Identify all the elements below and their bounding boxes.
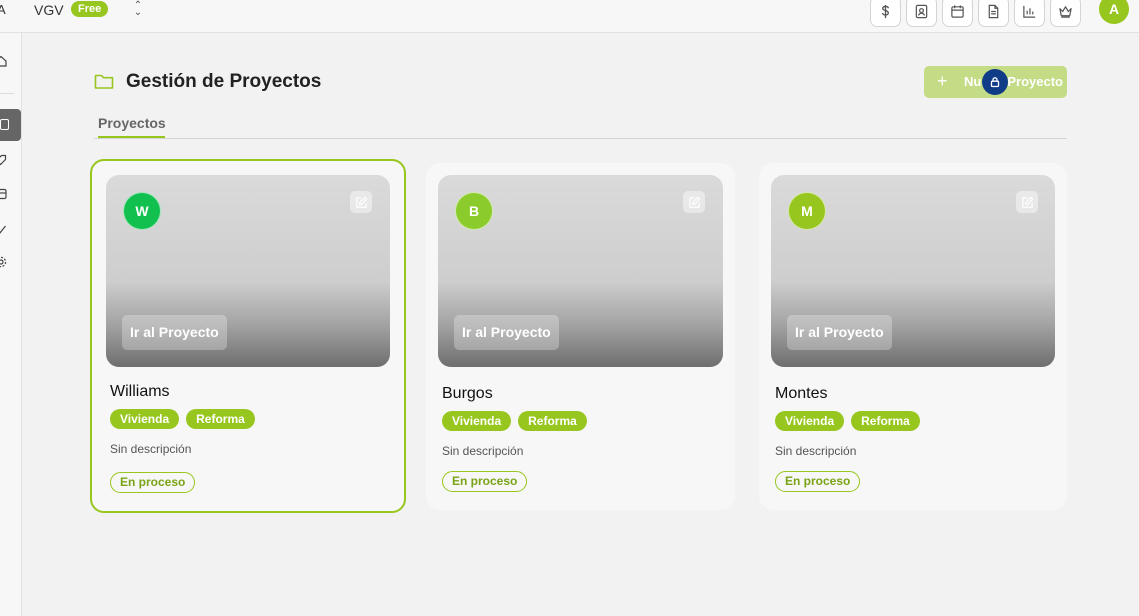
document-icon[interactable] — [978, 0, 1009, 27]
edit-icon[interactable] — [683, 191, 705, 213]
project-tags: Vivienda Reforma — [775, 411, 920, 431]
project-description: Sin descripción — [442, 444, 524, 458]
go-to-project-button[interactable]: Ir al Proyecto — [122, 315, 227, 350]
crown-icon[interactable] — [1050, 0, 1081, 27]
tag-badge: Reforma — [851, 411, 920, 431]
projects-icon — [0, 119, 9, 130]
folder-icon — [94, 74, 114, 89]
top-toolbar — [870, 0, 1081, 27]
status-badge: En proceso — [775, 471, 861, 492]
project-card-burgos[interactable]: B Ir al Proyecto Burgos Vivienda Reforma… — [426, 163, 735, 510]
archive-icon[interactable] — [0, 187, 7, 200]
project-avatar: M — [788, 192, 826, 230]
dollar-icon[interactable] — [870, 0, 901, 27]
project-cover[interactable]: W Ir al Proyecto — [106, 175, 390, 367]
tag-badge: Vivienda — [110, 409, 180, 429]
project-card-williams[interactable]: W Ir al Proyecto Williams Vivienda Refor… — [90, 159, 406, 513]
tab-proyectos[interactable]: Proyectos — [98, 115, 166, 131]
workspace-switch-icon[interactable]: ⌃ ⌄ — [131, 1, 145, 18]
project-cover[interactable]: M Ir al Proyecto — [771, 175, 1055, 367]
tab-active-indicator — [98, 136, 165, 138]
go-to-project-button[interactable]: Ir al Proyecto — [787, 315, 892, 350]
sidebar-item-projects[interactable] — [0, 109, 21, 141]
sidebar-divider — [0, 93, 14, 94]
bar-chart-icon[interactable] — [1014, 0, 1045, 27]
go-to-project-button[interactable]: Ir al Proyecto — [454, 315, 559, 350]
status-badge: En proceso — [110, 472, 196, 493]
project-tags: Vivienda Reforma — [110, 409, 255, 429]
project-card-montes[interactable]: M Ir al Proyecto Montes Vivienda Reforma… — [759, 163, 1067, 510]
plus-icon: + — [937, 71, 948, 91]
project-name: Montes — [775, 385, 828, 402]
app-logo[interactable]: A — [0, 2, 6, 17]
tag-badge: Vivienda — [775, 411, 845, 431]
project-name: Burgos — [442, 385, 493, 402]
settings-icon[interactable] — [0, 255, 7, 268]
status-badge: En proceso — [442, 471, 528, 492]
lock-icon — [982, 69, 1008, 95]
tabs-divider — [94, 138, 1067, 139]
sidebar — [0, 33, 22, 616]
project-description: Sin descripción — [110, 442, 192, 456]
calendar-icon[interactable] — [942, 0, 973, 27]
top-bar: A VGV Free ⌃ ⌄ A — [0, 0, 1139, 33]
project-name: Williams — [110, 383, 170, 400]
check-icon[interactable] — [0, 223, 7, 235]
project-avatar: B — [455, 192, 493, 230]
contact-card-icon[interactable] — [906, 0, 937, 27]
project-avatar: W — [123, 192, 161, 230]
new-project-label: Nuevo Proyecto — [964, 74, 1063, 89]
edit-icon[interactable] — [350, 191, 372, 213]
tag-icon[interactable] — [0, 153, 7, 166]
workspace-name[interactable]: VGV — [34, 2, 64, 18]
user-avatar[interactable]: A — [1099, 0, 1129, 24]
tag-badge: Vivienda — [442, 411, 512, 431]
project-cover[interactable]: B Ir al Proyecto — [438, 175, 723, 367]
page-title: Gestión de Proyectos — [126, 71, 322, 92]
project-description: Sin descripción — [775, 444, 857, 458]
home-icon[interactable] — [0, 54, 7, 67]
tag-badge: Reforma — [186, 409, 255, 429]
tag-badge: Reforma — [518, 411, 587, 431]
plan-badge: Free — [71, 1, 109, 17]
edit-icon[interactable] — [1016, 191, 1038, 213]
project-tags: Vivienda Reforma — [442, 411, 587, 431]
